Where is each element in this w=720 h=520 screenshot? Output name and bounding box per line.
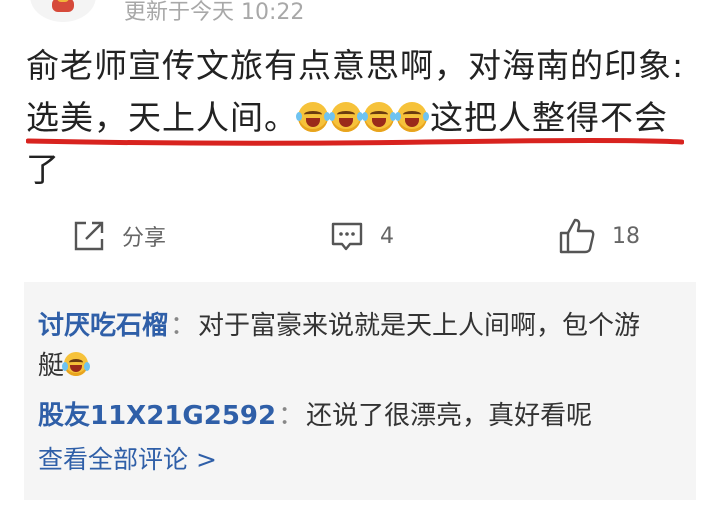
comment-button[interactable]: 4: [330, 214, 394, 258]
red-underline-annotation: [26, 138, 684, 146]
reply-item: 讨厌吃石榴：对于富豪来说就是天上人间啊，包个游艇: [38, 306, 688, 386]
laughing-tears-emoji: [395, 102, 429, 132]
reply-text: 对于富豪来说就是天上人间啊，包个游: [198, 311, 641, 341]
like-button[interactable]: 18: [558, 214, 640, 258]
laughing-tears-emoji: [362, 102, 396, 132]
comment-body: 俞老师宣传文旅有点意思啊，对海南的印象: 选美，天上人间。 这把人整得不会 了: [26, 40, 690, 196]
thumbs-up-icon: [559, 218, 595, 254]
avatar[interactable]: [30, 0, 96, 22]
reply-list: 讨厌吃石榴：对于富豪来说就是天上人间啊，包个游艇 股友11X21G2592：还说…: [24, 282, 696, 500]
comment-line-2: 选美，天上人间。 这把人整得不会: [26, 92, 690, 144]
reply-username[interactable]: 讨厌吃石榴: [38, 311, 168, 341]
comment-line-2-start: 选美，天上人间。: [26, 98, 298, 137]
laughing-tears-emoji: [329, 102, 363, 132]
reply-text: 还说了很漂亮，真好看呢: [306, 401, 593, 431]
share-icon: [74, 221, 104, 251]
comment-icon: [331, 222, 363, 251]
share-label: 分享: [122, 226, 167, 251]
reply-text-continued: 艇: [38, 351, 65, 381]
laughing-tears-emoji: [62, 352, 91, 376]
reply-username[interactable]: 股友11X21G2592: [38, 401, 276, 431]
comment-line-3: 了: [26, 150, 60, 189]
laughing-tears-emoji: [296, 102, 330, 132]
comment-line-2-end: 这把人整得不会: [430, 98, 668, 137]
comment-line-1: 俞老师宣传文旅有点意思啊，对海南的印象:: [26, 46, 685, 85]
like-count: 18: [612, 223, 640, 249]
update-timestamp: 更新于今天 10:22: [124, 0, 305, 25]
view-all-comments-link[interactable]: 查看全部评论 >: [38, 440, 217, 480]
reply-separator: ：: [170, 311, 197, 341]
reply-item: 股友11X21G2592：还说了很漂亮，真好看呢: [38, 396, 688, 436]
comment-count: 4: [380, 223, 394, 249]
action-bar: 分享 4 18: [0, 214, 720, 258]
reply-separator: ：: [278, 401, 305, 431]
share-button[interactable]: 分享: [72, 214, 166, 258]
